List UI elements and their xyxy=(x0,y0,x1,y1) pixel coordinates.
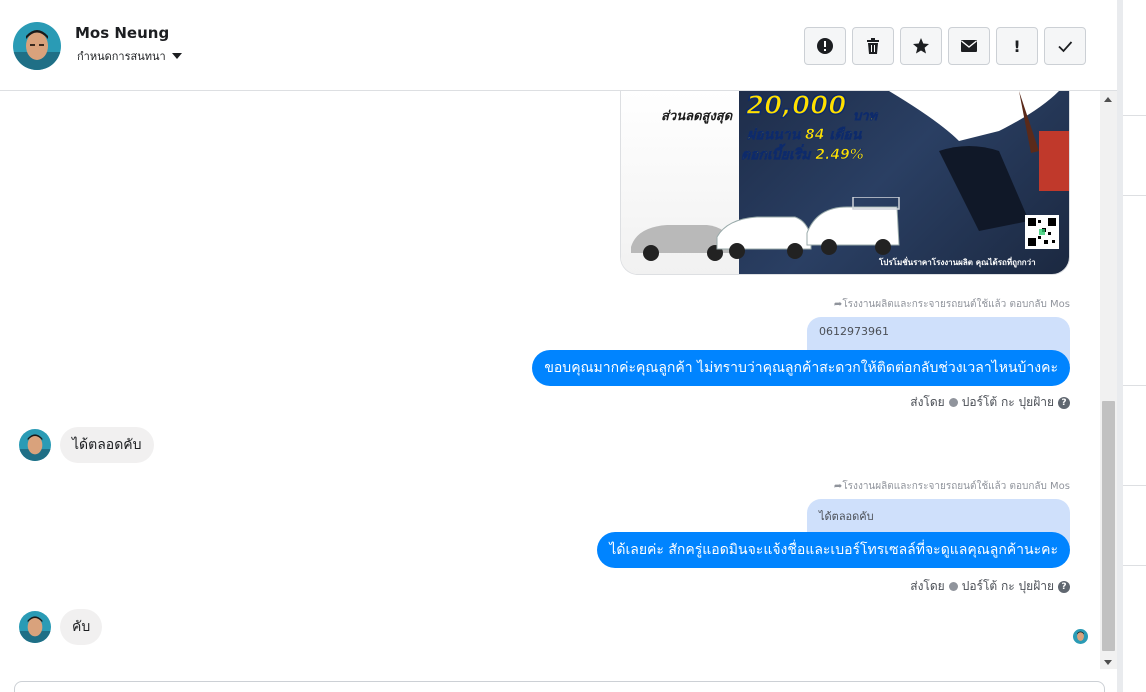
sender-avatar[interactable] xyxy=(19,611,51,643)
contact-avatar-image xyxy=(13,22,61,70)
sent-by-info: ส่งโดย ปอร์โต้ กะ ปุยฝ้าย ? xyxy=(910,577,1070,596)
incoming-message-row: ได้ตลอดคับ xyxy=(19,427,154,463)
star-icon xyxy=(913,38,929,54)
seen-avatar-image xyxy=(1073,629,1088,644)
ad-image-attachment[interactable]: ส่วนลดสูงสุด 20,000 บาท ผ่อนนาน 84 เดือน… xyxy=(620,91,1070,275)
incoming-message[interactable]: คับ xyxy=(60,609,103,645)
incoming-message[interactable]: ได้ตลอดคับ xyxy=(60,427,154,463)
mark-done-button[interactable] xyxy=(1044,27,1086,65)
mark-unread-button[interactable] xyxy=(948,27,990,65)
sender-avatar[interactable] xyxy=(19,429,51,461)
spam-button[interactable] xyxy=(804,27,846,65)
checkmark-icon xyxy=(1058,41,1073,53)
sender-name: ปอร์โต้ กะ ปุยฝ้าย xyxy=(961,395,1054,409)
ad-discount-label: ส่วนลดสูงสุด xyxy=(661,109,733,124)
divider xyxy=(1123,485,1146,486)
assign-conversation-dropdown[interactable]: กำหนดการสนทนา xyxy=(77,47,182,65)
envelope-icon xyxy=(961,40,977,52)
outgoing-message[interactable]: ได้เลยค่ะ สักครู่แอดมินจะแจ้งชื่อและเบอร… xyxy=(597,532,1070,568)
qr-code-icon xyxy=(1028,218,1056,246)
contact-name: Mos Neung xyxy=(75,24,170,42)
contact-avatar[interactable] xyxy=(13,22,61,70)
sent-by-label: ส่งโดย xyxy=(910,579,945,593)
assign-label: กำหนดการสนทนา xyxy=(77,50,166,63)
side-panel-edge xyxy=(1117,0,1146,692)
message-composer-input[interactable] xyxy=(14,681,1105,692)
sender-avatar-image xyxy=(19,611,51,643)
reply-reference: ➦โรงงานผลิตและกระจายรถยนต์ใช้แล้ว ตอบกลั… xyxy=(833,299,1070,310)
trash-icon xyxy=(867,38,879,54)
header-toolbar: ! xyxy=(804,27,1086,65)
incoming-message-row: คับ xyxy=(19,609,103,645)
outgoing-message[interactable]: ขอบคุณมากค่ะคุณลูกค้า ไม่ทราบว่าคุณลูกค้… xyxy=(532,350,1070,386)
scroll-up-icon[interactable] xyxy=(1104,97,1112,102)
sender-name: ปอร์โต้ กะ ปุยฝ้าย xyxy=(961,579,1054,593)
ad-cars-graphic xyxy=(631,197,900,261)
sent-by-info: ส่งโดย ปอร์โต้ กะ ปุยฝ้าย ? xyxy=(910,393,1070,412)
messenger-window: Mos Neung กำหนดการสนทนา ! ส่วนลดสูงสุด 2… xyxy=(0,0,1146,692)
qr-code xyxy=(1025,215,1059,249)
seen-indicator-avatar xyxy=(1073,629,1088,644)
divider xyxy=(1123,115,1146,116)
ad-currency: บาท xyxy=(853,109,878,125)
sender-avatar-image xyxy=(19,429,51,461)
verified-icon xyxy=(948,582,958,591)
divider xyxy=(1123,565,1146,566)
help-icon[interactable]: ? xyxy=(1058,396,1070,409)
star-button[interactable] xyxy=(900,27,942,65)
ad-installment: ผ่อนนาน 84 เดือน xyxy=(747,127,862,144)
divider xyxy=(1123,385,1146,386)
scrollbar-thumb[interactable] xyxy=(1102,401,1115,651)
ad-interest: ดอกเบี้ยเริ่ม 2.49% xyxy=(741,147,864,164)
conversation-header: Mos Neung กำหนดการสนทนา ! xyxy=(0,0,1117,91)
reply-reference: ➦โรงงานผลิตและกระจายรถยนต์ใช้แล้ว ตอบกลั… xyxy=(833,481,1070,492)
message-scrollbar[interactable] xyxy=(1100,91,1117,669)
sent-by-label: ส่งโดย xyxy=(910,395,945,409)
help-icon[interactable]: ? xyxy=(1058,580,1070,593)
delete-button[interactable] xyxy=(852,27,894,65)
exclamation-circle-icon xyxy=(817,38,833,54)
caret-down-icon xyxy=(171,53,182,59)
divider xyxy=(1123,195,1146,196)
exclamation-icon: ! xyxy=(1013,36,1021,56)
verified-icon xyxy=(948,398,958,407)
message-thread: ส่วนลดสูงสุด 20,000 บาท ผ่อนนาน 84 เดือน… xyxy=(0,91,1100,681)
follow-up-button[interactable]: ! xyxy=(996,27,1038,65)
scroll-down-icon[interactable] xyxy=(1104,660,1112,665)
ad-footer-text: โปรโมชั่นราคาโรงงานผลิต คุณได้รถที่ถูกกว… xyxy=(879,258,1036,267)
ad-discount-amount: 20,000 xyxy=(745,91,847,122)
